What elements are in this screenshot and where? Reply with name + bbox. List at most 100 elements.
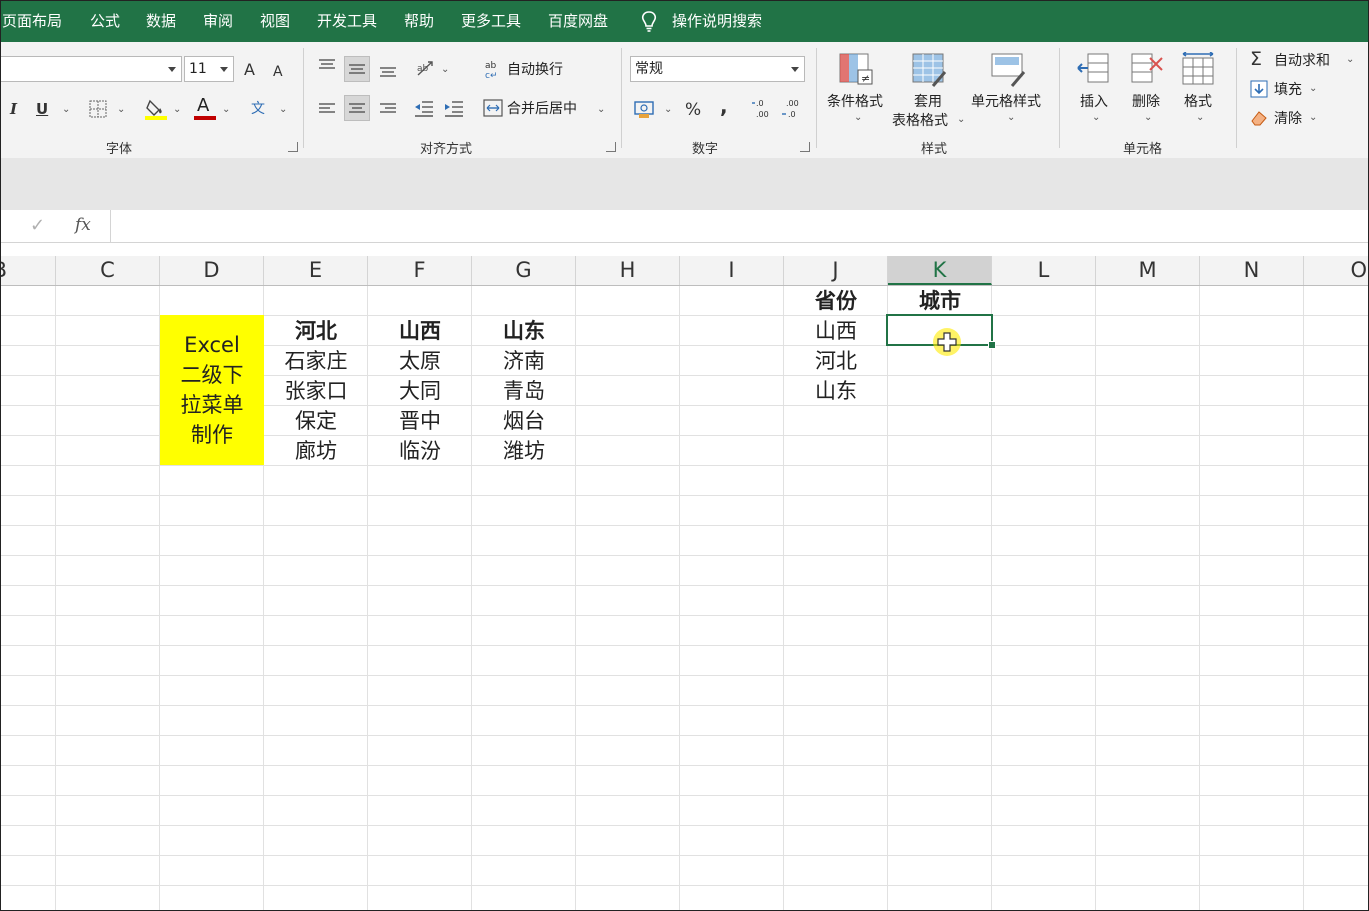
cell-f6[interactable]: 晋中 (368, 406, 472, 436)
align-left-icon[interactable] (318, 102, 336, 116)
column-header-m[interactable]: M (1096, 256, 1200, 285)
cell-g7[interactable]: 潍坊 (472, 436, 576, 466)
table-format-line1[interactable]: 套用 (914, 93, 942, 111)
column-header-g[interactable]: G (472, 256, 576, 285)
percent-icon[interactable]: % (685, 100, 701, 120)
cell-styles-icon[interactable] (990, 52, 1026, 88)
cell-f7[interactable]: 临汾 (368, 436, 472, 466)
cell-g4[interactable]: 济南 (472, 346, 576, 376)
cell-e6[interactable]: 保定 (264, 406, 368, 436)
delete-cells-icon[interactable] (1130, 52, 1166, 88)
column-header-n[interactable]: N (1200, 256, 1304, 285)
menu-formulas[interactable]: 公式 (90, 0, 120, 42)
cell-f3-header-shanxi[interactable]: 山西 (368, 316, 472, 346)
chevron-down-icon[interactable]: ⌄ (1309, 112, 1317, 123)
menu-more-tools[interactable]: 更多工具 (461, 0, 521, 42)
chevron-down-icon[interactable]: ⌄ (664, 104, 672, 115)
insert-cells-icon[interactable] (1076, 52, 1112, 88)
cell-styles-button[interactable]: 单元格样式 (971, 93, 1041, 111)
format-cells-icon[interactable] (1181, 52, 1217, 88)
chevron-down-icon[interactable]: ⌄ (1346, 54, 1354, 65)
accounting-format-icon[interactable] (634, 99, 656, 119)
wrap-text-icon[interactable]: ab c↵ (484, 59, 502, 79)
cell-j2-province-header[interactable]: 省份 (784, 286, 888, 316)
menu-help[interactable]: 帮助 (404, 0, 434, 42)
chevron-down-icon[interactable]: ⌄ (222, 104, 230, 115)
column-header-f[interactable]: F (368, 256, 472, 285)
chevron-down-icon[interactable]: ⌄ (117, 104, 125, 115)
shrink-font-icon[interactable]: A (273, 62, 283, 82)
sigma-icon[interactable]: Σ (1250, 49, 1262, 69)
column-header-o[interactable]: O (1304, 256, 1369, 285)
fill-down-icon[interactable] (1250, 80, 1268, 98)
column-header-c[interactable]: C (56, 256, 160, 285)
table-format-icon[interactable] (911, 52, 947, 88)
decrease-indent-icon[interactable] (414, 100, 434, 118)
column-header-j[interactable]: J (784, 256, 888, 285)
align-bottom-icon[interactable] (379, 66, 397, 80)
chevron-down-icon[interactable]: ⌄ (854, 112, 862, 123)
cell-j5[interactable]: 山东 (784, 376, 888, 406)
align-right-icon[interactable] (379, 102, 397, 116)
chevron-down-icon[interactable]: ⌄ (957, 114, 965, 125)
chevron-down-icon[interactable]: ⌄ (1144, 112, 1152, 123)
title-cell-text[interactable]: Excel 二级下 拉菜单 制作 (160, 330, 264, 450)
orientation-icon[interactable]: ab (415, 59, 437, 79)
column-header-i[interactable]: I (680, 256, 784, 285)
chevron-down-icon[interactable]: ⌄ (62, 104, 70, 115)
menu-view[interactable]: 视图 (260, 0, 290, 42)
menu-data[interactable]: 数据 (146, 0, 176, 42)
font-size-combo[interactable]: 11 (184, 56, 234, 82)
cell-e7[interactable]: 廊坊 (264, 436, 368, 466)
chevron-down-icon[interactable]: ⌄ (173, 104, 181, 115)
format-button[interactable]: 格式 (1184, 93, 1212, 111)
cell-j3[interactable]: 山西 (784, 316, 888, 346)
borders-icon[interactable] (89, 100, 107, 118)
tell-me-search[interactable]: 操作说明搜索 (672, 0, 762, 42)
merge-center-button[interactable]: 合并后居中 (507, 100, 577, 118)
cell-f5[interactable]: 大同 (368, 376, 472, 406)
merge-center-icon[interactable] (483, 99, 503, 117)
underline-icon[interactable]: U (36, 99, 48, 119)
column-header-b[interactable]: B (0, 256, 56, 285)
increase-decimal-icon[interactable]: .0 .00 (751, 98, 773, 120)
font-dialog-launcher-icon[interactable] (288, 142, 298, 152)
fill-color-icon[interactable] (145, 97, 167, 121)
alignment-dialog-launcher-icon[interactable] (606, 142, 616, 152)
increase-indent-icon[interactable] (444, 100, 464, 118)
cell-f4[interactable]: 太原 (368, 346, 472, 376)
font-name-combo[interactable] (0, 56, 182, 82)
font-color-icon[interactable]: A (197, 96, 209, 116)
phonetic-icon[interactable]: 文 (251, 99, 265, 119)
number-format-combo[interactable]: 常规 (630, 56, 805, 82)
cell-j4[interactable]: 河北 (784, 346, 888, 376)
chevron-down-icon[interactable]: ⌄ (1007, 112, 1015, 123)
menu-page-layout[interactable]: 页面布局 (2, 0, 62, 42)
column-header-h[interactable]: H (576, 256, 680, 285)
cell-e3-header-hebei[interactable]: 河北 (264, 316, 368, 346)
grow-font-icon[interactable]: A (244, 60, 255, 80)
column-header-d[interactable]: D (160, 256, 264, 285)
check-icon[interactable]: ✓ (30, 215, 45, 236)
chevron-down-icon[interactable]: ⌄ (1309, 83, 1317, 94)
italic-icon[interactable]: I (10, 99, 17, 119)
table-format-button[interactable]: 表格格式 (892, 112, 948, 130)
formula-input[interactable] (111, 210, 1369, 242)
cell-g3-header-shandong[interactable]: 山东 (472, 316, 576, 346)
align-top-icon[interactable] (318, 58, 336, 72)
menu-developer[interactable]: 开发工具 (317, 0, 377, 42)
comma-style-icon[interactable]: , (720, 96, 728, 116)
cell-g6[interactable]: 烟台 (472, 406, 576, 436)
chevron-down-icon[interactable]: ⌄ (1092, 112, 1100, 123)
conditional-format-button[interactable]: 条件格式 (827, 93, 883, 111)
cell-e4[interactable]: 石家庄 (264, 346, 368, 376)
insert-button[interactable]: 插入 (1080, 93, 1108, 111)
conditional-format-icon[interactable]: ≠ (838, 52, 874, 88)
menu-review[interactable]: 审阅 (203, 0, 233, 42)
function-icon[interactable]: fx (75, 215, 91, 235)
wrap-text-button[interactable]: 自动换行 (507, 61, 563, 79)
autosum-button[interactable]: 自动求和 (1274, 52, 1330, 70)
chevron-down-icon[interactable]: ⌄ (597, 104, 605, 115)
eraser-icon[interactable] (1250, 109, 1268, 127)
chevron-down-icon[interactable]: ⌄ (1196, 112, 1204, 123)
